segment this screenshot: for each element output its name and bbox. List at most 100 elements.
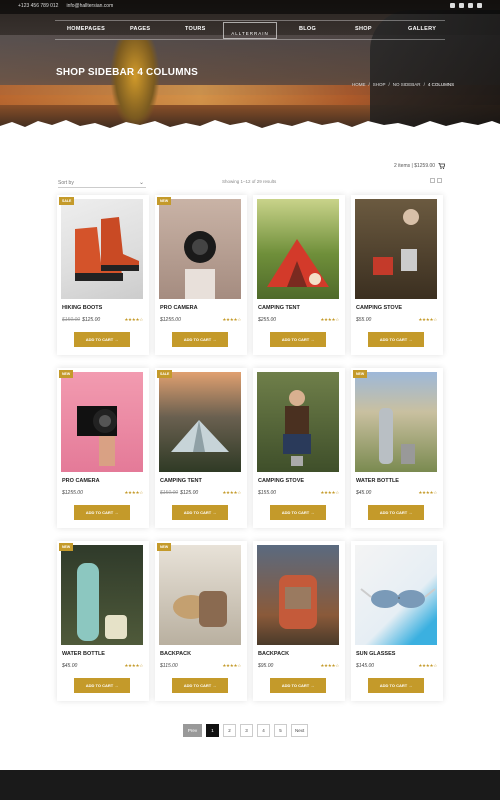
product-title[interactable]: SUN GLASSES <box>356 651 395 657</box>
product-title[interactable]: PRO CAMERA <box>62 478 100 484</box>
breadcrumb-shop[interactable]: SHOP <box>373 82 386 87</box>
social-links <box>450 3 482 8</box>
product-title[interactable]: HIKING BOOTS <box>62 305 102 311</box>
product-card[interactable]: NEW WATER BOTTLE $45.00 ★★★★☆ ADD TO CART → <box>351 368 443 528</box>
product-card[interactable]: SUN GLASSES $145.00 ★★★★☆ ADD TO CART → <box>351 541 443 701</box>
pagination-page[interactable]: 2 <box>223 724 236 737</box>
product-current-price: $145.00 <box>356 663 375 669</box>
pagination-page[interactable]: 4 <box>257 724 270 737</box>
chevron-down-icon: ⌄ <box>138 180 144 186</box>
add-to-cart-button[interactable]: ADD TO CART → <box>74 332 130 347</box>
nav-blog[interactable]: BLOG <box>299 26 316 32</box>
product-image[interactable] <box>61 199 143 299</box>
sort-select[interactable]: Sort by ⌄ <box>58 178 146 188</box>
rating-stars: ★★★★☆ <box>418 317 437 322</box>
product-image[interactable] <box>61 545 143 645</box>
product-card[interactable]: CAMPING STOVE $155.00 ★★★★☆ ADD TO CART → <box>253 368 345 528</box>
breadcrumb-home[interactable]: HOME <box>352 82 366 87</box>
product-card[interactable]: NEW BACKPACK $115.00 ★★★★☆ ADD TO CART → <box>155 541 247 701</box>
product-card[interactable]: BACKPACK $95.00 ★★★★☆ ADD TO CART → <box>253 541 345 701</box>
product-title[interactable]: CAMPING STOVE <box>356 305 402 311</box>
product-image[interactable] <box>355 199 437 299</box>
product-badge: SALE <box>59 197 75 205</box>
instagram-icon[interactable] <box>450 3 455 8</box>
pagination-prev[interactable]: Prev <box>183 724 202 737</box>
product-image[interactable] <box>257 199 339 299</box>
product-title[interactable]: CAMPING STOVE <box>258 478 304 484</box>
nav-gallery[interactable]: GALLERY <box>408 26 436 32</box>
product-image[interactable] <box>355 545 437 645</box>
pagination-page[interactable]: 3 <box>240 724 253 737</box>
add-to-cart-button[interactable]: ADD TO CART → <box>270 505 326 520</box>
mini-cart[interactable]: 2 items | $1259.00 <box>394 163 446 169</box>
product-card[interactable]: NEW PRO CAMERA $1255.00 ★★★★☆ ADD TO CART → <box>57 368 149 528</box>
add-to-cart-button[interactable]: ADD TO CART → <box>368 678 424 693</box>
product-current-price: $45.00 <box>356 490 372 496</box>
breadcrumb-current: 4 COLUMNS <box>427 82 455 87</box>
product-title[interactable]: BACKPACK <box>258 651 289 657</box>
add-to-cart-button[interactable]: ADD TO CART → <box>172 332 228 347</box>
product-title[interactable]: BACKPACK <box>160 651 191 657</box>
add-to-cart-button[interactable]: ADD TO CART → <box>172 678 228 693</box>
product-price: $1255.00 <box>62 490 83 496</box>
product-card[interactable]: SALE HIKING BOOTS $150.00 $125.00 ★★★★☆ ADD T… <box>57 195 149 355</box>
twitter-icon[interactable] <box>468 3 473 8</box>
rating-stars: ★★★★☆ <box>320 317 339 322</box>
nav-pages[interactable]: PAGES <box>130 26 150 32</box>
product-price: $155.00 <box>258 490 276 496</box>
product-price: $1255.00 <box>160 317 181 323</box>
product-image[interactable] <box>159 372 241 472</box>
product-card[interactable]: NEW PRO CAMERA $1255.00 ★★★★☆ ADD TO CART → <box>155 195 247 355</box>
product-title[interactable]: PRO CAMERA <box>160 305 198 311</box>
product-price: $95.00 <box>258 663 273 669</box>
grid-view-icon[interactable] <box>430 178 435 183</box>
product-title[interactable]: WATER BOTTLE <box>62 651 105 657</box>
pagination-page[interactable]: 1 <box>206 724 219 737</box>
product-title[interactable]: WATER BOTTLE <box>356 478 399 484</box>
product-title[interactable]: CAMPING TENT <box>258 305 300 311</box>
product-current-price: $255.00 <box>258 317 277 323</box>
nav-tours[interactable]: TOURS <box>185 26 206 32</box>
product-image[interactable] <box>257 545 339 645</box>
add-to-cart-button[interactable]: ADD TO CART → <box>74 505 130 520</box>
pagination: Prev 1 2 3 4 5 Next <box>183 724 309 737</box>
product-card[interactable]: CAMPING TENT $255.00 ★★★★☆ ADD TO CART → <box>253 195 345 355</box>
results-count: Showing 1–12 of 29 results <box>222 179 277 184</box>
product-title[interactable]: CAMPING TENT <box>160 478 202 484</box>
product-card[interactable]: SALE CAMPING TENT $150.00 $125.00 ★★★★☆ ADD T… <box>155 368 247 528</box>
list-view-icon[interactable] <box>437 178 442 183</box>
product-price: $150.00 $125.00 <box>62 317 100 323</box>
product-image[interactable] <box>61 372 143 472</box>
product-card[interactable]: CAMPING STOVE $55.00 ★★★★☆ ADD TO CART → <box>351 195 443 355</box>
add-to-cart-button[interactable]: ADD TO CART → <box>368 505 424 520</box>
product-card[interactable]: NEW WATER BOTTLE $45.00 ★★★★☆ ADD TO CART → <box>57 541 149 701</box>
pagination-page[interactable]: 5 <box>274 724 287 737</box>
rating-stars: ★★★★☆ <box>124 490 143 495</box>
phone-text[interactable]: +123 456 789 012 <box>18 3 58 9</box>
nav-shop[interactable]: SHOP <box>355 26 372 32</box>
add-to-cart-button[interactable]: ADD TO CART → <box>270 678 326 693</box>
product-old-price: $150.00 <box>160 490 179 496</box>
youtube-icon[interactable] <box>477 3 482 8</box>
cart-summary[interactable]: 2 items | $1259.00 <box>394 163 435 169</box>
add-to-cart-button[interactable]: ADD TO CART → <box>74 678 130 693</box>
site-logo[interactable]: ALLTERRAIN <box>223 22 277 39</box>
rating-stars: ★★★★☆ <box>320 490 339 495</box>
pagination-next[interactable]: Next <box>291 724 309 737</box>
rating-stars: ★★★★☆ <box>222 490 241 495</box>
product-image[interactable] <box>159 199 241 299</box>
nav-homepages[interactable]: HOMEPAGES <box>67 26 105 32</box>
email-text[interactable]: info@halltersian.com <box>66 3 113 9</box>
product-image[interactable] <box>159 545 241 645</box>
cart-icon[interactable] <box>438 163 446 169</box>
add-to-cart-button[interactable]: ADD TO CART → <box>172 505 228 520</box>
product-image[interactable] <box>355 372 437 472</box>
add-to-cart-button[interactable]: ADD TO CART → <box>368 332 424 347</box>
product-image[interactable] <box>257 372 339 472</box>
rating-stars: ★★★★☆ <box>124 317 143 322</box>
product-price: $145.00 <box>356 663 374 669</box>
breadcrumb-no-sidebar[interactable]: NO SIDEBAR <box>393 82 421 87</box>
product-current-price: $55.00 <box>356 317 372 323</box>
facebook-icon[interactable] <box>459 3 464 8</box>
add-to-cart-button[interactable]: ADD TO CART → <box>270 332 326 347</box>
